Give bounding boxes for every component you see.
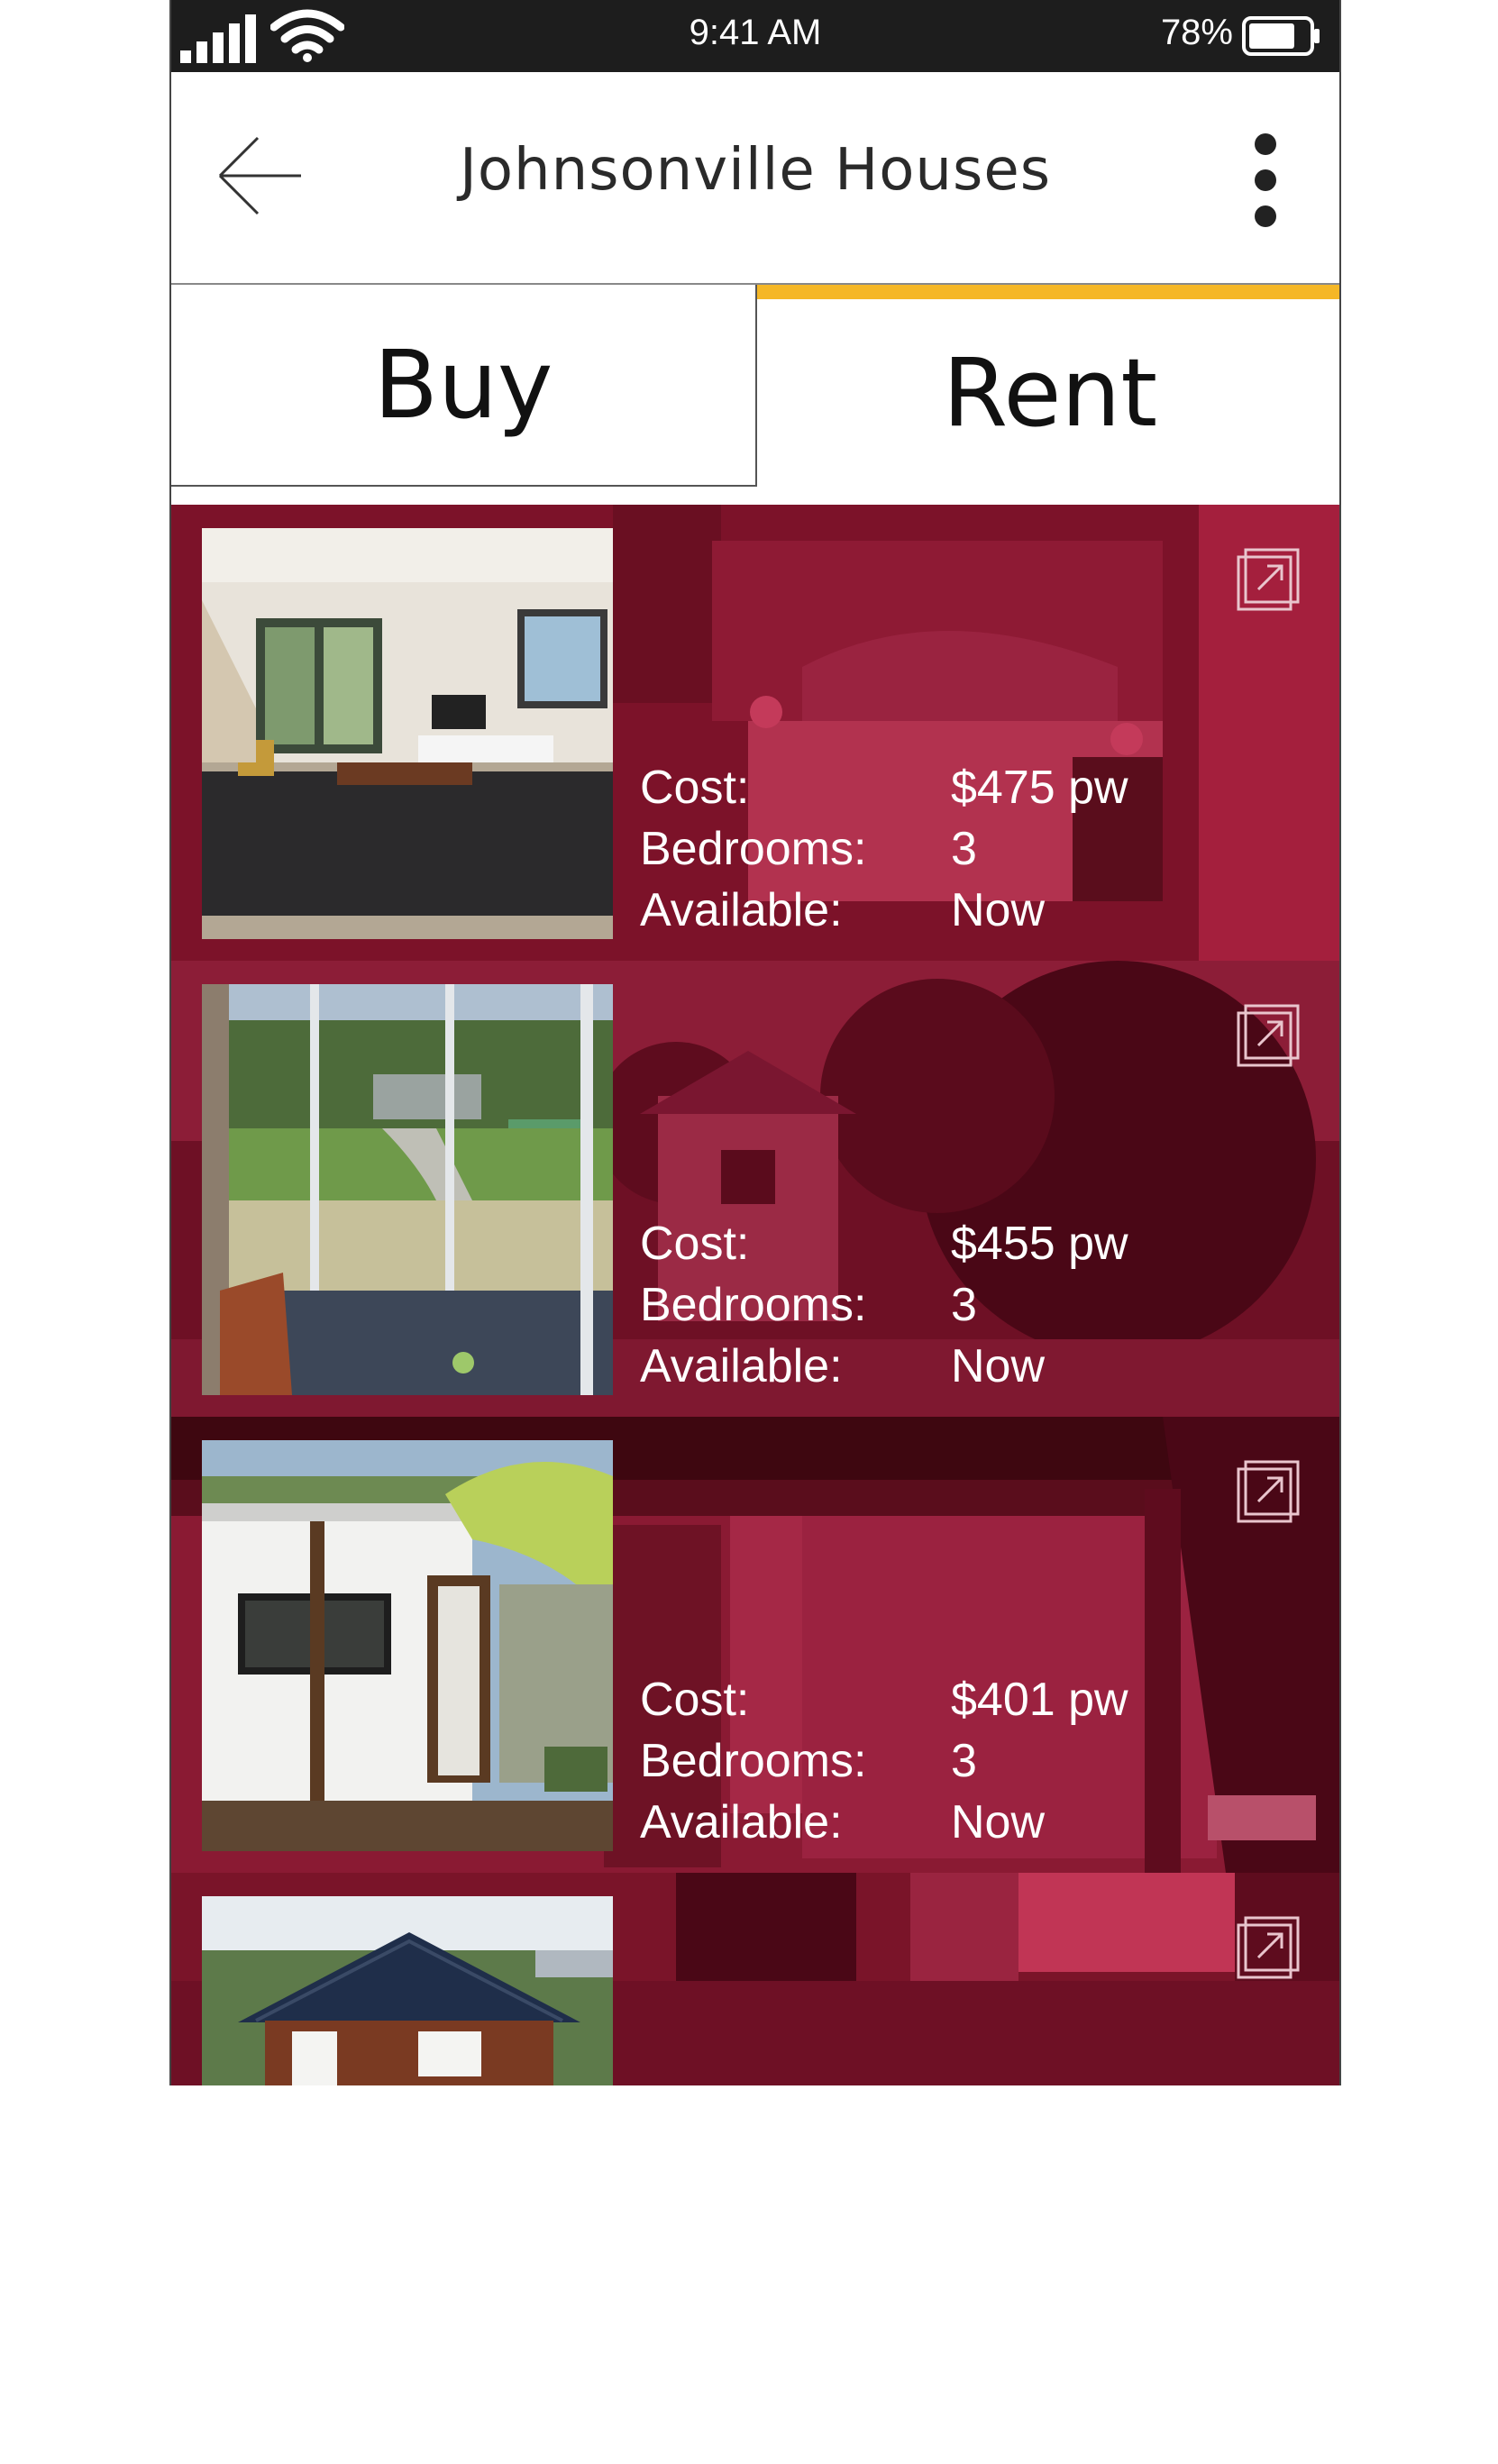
listing-list: Cost: $475 pw Bedrooms: 3 Available: Now (171, 505, 1339, 2085)
status-bar: 9:41 AM 78% (171, 0, 1339, 72)
tab-buy[interactable]: Buy (171, 285, 757, 487)
listing-photo (202, 528, 613, 939)
bedrooms-label: Bedrooms: (640, 823, 867, 875)
available-value: Now (951, 1340, 1046, 1392)
app-header: Johnsonville Houses (171, 72, 1339, 285)
phone-frame: 9:41 AM 78% Johnsonville Houses Buy Rent (169, 0, 1341, 2085)
cost-label: Cost: (640, 1218, 750, 1270)
bedrooms-value: 3 (951, 1735, 977, 1787)
available-label: Available: (640, 1340, 843, 1392)
open-external-icon[interactable] (1237, 1004, 1300, 1067)
battery-percentage: 78% (1160, 13, 1233, 52)
tab-buy-label: Buy (373, 330, 553, 440)
open-external-icon[interactable] (1237, 548, 1300, 611)
cost-value: $475 pw (951, 762, 1128, 814)
cost-value: $401 pw (951, 1674, 1128, 1726)
tab-rent-label: Rent (942, 338, 1158, 448)
open-external-icon[interactable] (1237, 1460, 1300, 1523)
available-value: Now (951, 884, 1046, 936)
available-label: Available: (640, 884, 843, 936)
listing-details: Cost: $475 pw Bedrooms: 3 Available: Now (640, 757, 1271, 941)
listing-card[interactable] (171, 1873, 1339, 2085)
cost-value: $455 pw (951, 1218, 1128, 1270)
bedrooms-value: 3 (951, 1279, 977, 1331)
open-external-icon[interactable] (1237, 1916, 1300, 1979)
tab-bar: Buy Rent (171, 285, 1339, 505)
cost-label: Cost: (640, 762, 750, 814)
available-value: Now (951, 1796, 1046, 1848)
available-label: Available: (640, 1796, 843, 1848)
bedrooms-value: 3 (951, 823, 977, 875)
bedrooms-label: Bedrooms: (640, 1279, 867, 1331)
listing-details: Cost: $455 pw Bedrooms: 3 Available: Now (640, 1213, 1271, 1397)
listing-card[interactable]: Cost: $475 pw Bedrooms: 3 Available: Now (171, 505, 1339, 961)
more-vertical-icon[interactable] (1247, 133, 1283, 233)
listing-card[interactable]: Cost: $401 pw Bedrooms: 3 Available: Now (171, 1417, 1339, 1873)
listing-details: Cost: $401 pw Bedrooms: 3 Available: Now (640, 1669, 1271, 1853)
page-title: Johnsonville Houses (459, 137, 1052, 204)
listing-photo (202, 984, 613, 1395)
cost-label: Cost: (640, 1674, 750, 1726)
battery-icon (1242, 16, 1320, 56)
listing-photo (202, 1896, 613, 2085)
listing-photo (202, 1440, 613, 1851)
bedrooms-label: Bedrooms: (640, 1735, 867, 1787)
listing-card[interactable]: Cost: $455 pw Bedrooms: 3 Available: Now (171, 961, 1339, 1417)
tab-rent[interactable]: Rent (757, 285, 1339, 487)
